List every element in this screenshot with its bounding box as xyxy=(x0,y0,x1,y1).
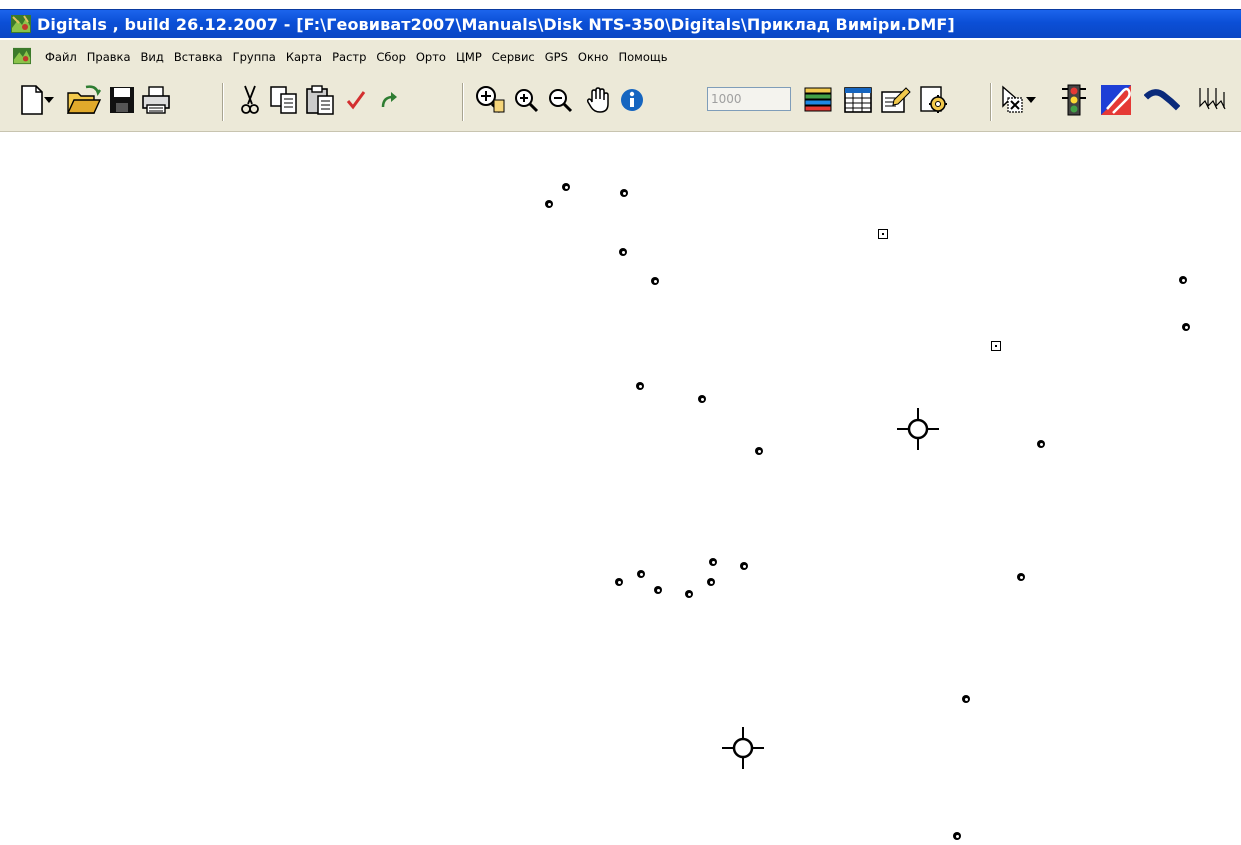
survey-point[interactable] xyxy=(620,189,628,197)
menu-gps[interactable]: GPS xyxy=(540,48,573,66)
survey-point[interactable] xyxy=(651,277,659,285)
cut-icon[interactable] xyxy=(232,80,268,120)
survey-point[interactable] xyxy=(636,382,644,390)
main-toolbar xyxy=(0,73,1241,132)
menu-view[interactable]: Вид xyxy=(136,48,169,66)
toolbar-separator xyxy=(990,83,992,121)
survey-point[interactable] xyxy=(1037,440,1045,448)
toolbar-separator xyxy=(462,83,464,121)
menu-raster[interactable]: Растр xyxy=(327,48,371,66)
survey-point[interactable] xyxy=(615,578,623,586)
menu-insert[interactable]: Вставка xyxy=(169,48,228,66)
document-icon[interactable] xyxy=(12,47,34,67)
zoom-in-icon[interactable] xyxy=(508,80,544,120)
survey-point[interactable] xyxy=(1017,573,1025,581)
survey-point[interactable] xyxy=(619,248,627,256)
survey-point[interactable] xyxy=(1179,276,1187,284)
toolbar-separator xyxy=(222,83,224,121)
window-titlebar: Digitals , build 26.12.2007 - [F:\Геовив… xyxy=(0,9,1241,38)
redo-icon[interactable] xyxy=(372,80,408,120)
menu-dem[interactable]: ЦМР xyxy=(451,48,487,66)
menu-edit[interactable]: Правка xyxy=(82,48,136,66)
check-icon[interactable] xyxy=(338,80,374,120)
menu-ortho[interactable]: Орто xyxy=(411,48,451,66)
menu-bar: Файл Правка Вид Вставка Группа Карта Рас… xyxy=(0,40,1241,73)
map-canvas[interactable] xyxy=(0,132,1241,845)
survey-point[interactable] xyxy=(637,570,645,578)
copy-icon[interactable] xyxy=(266,80,302,120)
zoom-window-icon[interactable] xyxy=(472,80,508,120)
menu-window[interactable]: Окно xyxy=(573,48,614,66)
station-marker[interactable] xyxy=(991,341,1001,351)
survey-point[interactable] xyxy=(1182,323,1190,331)
menu-group[interactable]: Группа xyxy=(228,48,281,66)
digitals-app-icon[interactable] xyxy=(10,14,32,34)
curve-icon[interactable] xyxy=(1144,80,1180,120)
arrows-icon[interactable] xyxy=(1196,80,1232,120)
edit-form-icon[interactable] xyxy=(878,80,914,120)
traffic-light-icon[interactable] xyxy=(1056,80,1092,120)
layers-icon[interactable] xyxy=(800,80,836,120)
open-folder-icon[interactable] xyxy=(66,80,102,120)
paper-clip-icon[interactable] xyxy=(1098,80,1134,120)
survey-point[interactable] xyxy=(654,586,662,594)
survey-point[interactable] xyxy=(962,695,970,703)
survey-point[interactable] xyxy=(545,200,553,208)
print-icon[interactable] xyxy=(138,80,174,120)
new-dropdown-arrow-icon[interactable] xyxy=(40,80,58,120)
settings-gear-icon[interactable] xyxy=(916,80,952,120)
pan-hand-icon[interactable] xyxy=(580,80,616,120)
survey-point[interactable] xyxy=(698,395,706,403)
survey-point[interactable] xyxy=(755,447,763,455)
save-icon[interactable] xyxy=(104,80,140,120)
menu-collect[interactable]: Сбор xyxy=(371,48,410,66)
menu-help[interactable]: Помощь xyxy=(613,48,672,66)
station-marker[interactable] xyxy=(878,229,888,239)
menu-service[interactable]: Сервис xyxy=(487,48,540,66)
menu-map[interactable]: Карта xyxy=(281,48,327,66)
survey-point[interactable] xyxy=(740,562,748,570)
table-icon[interactable] xyxy=(840,80,876,120)
survey-point[interactable] xyxy=(562,183,570,191)
menu-file[interactable]: Файл xyxy=(40,48,82,66)
paste-icon[interactable] xyxy=(302,80,338,120)
survey-point[interactable] xyxy=(707,578,715,586)
survey-point[interactable] xyxy=(709,558,717,566)
survey-point[interactable] xyxy=(953,832,961,840)
info-icon[interactable] xyxy=(614,80,650,120)
zoom-out-icon[interactable] xyxy=(542,80,578,120)
survey-point[interactable] xyxy=(685,590,693,598)
window-title: Digitals , build 26.12.2007 - [F:\Геовив… xyxy=(37,14,955,34)
crosshair-marker[interactable] xyxy=(720,725,766,771)
crosshair-marker[interactable] xyxy=(895,406,941,452)
scale-input[interactable] xyxy=(707,87,791,111)
select-dropdown-arrow-icon[interactable] xyxy=(1022,80,1040,120)
